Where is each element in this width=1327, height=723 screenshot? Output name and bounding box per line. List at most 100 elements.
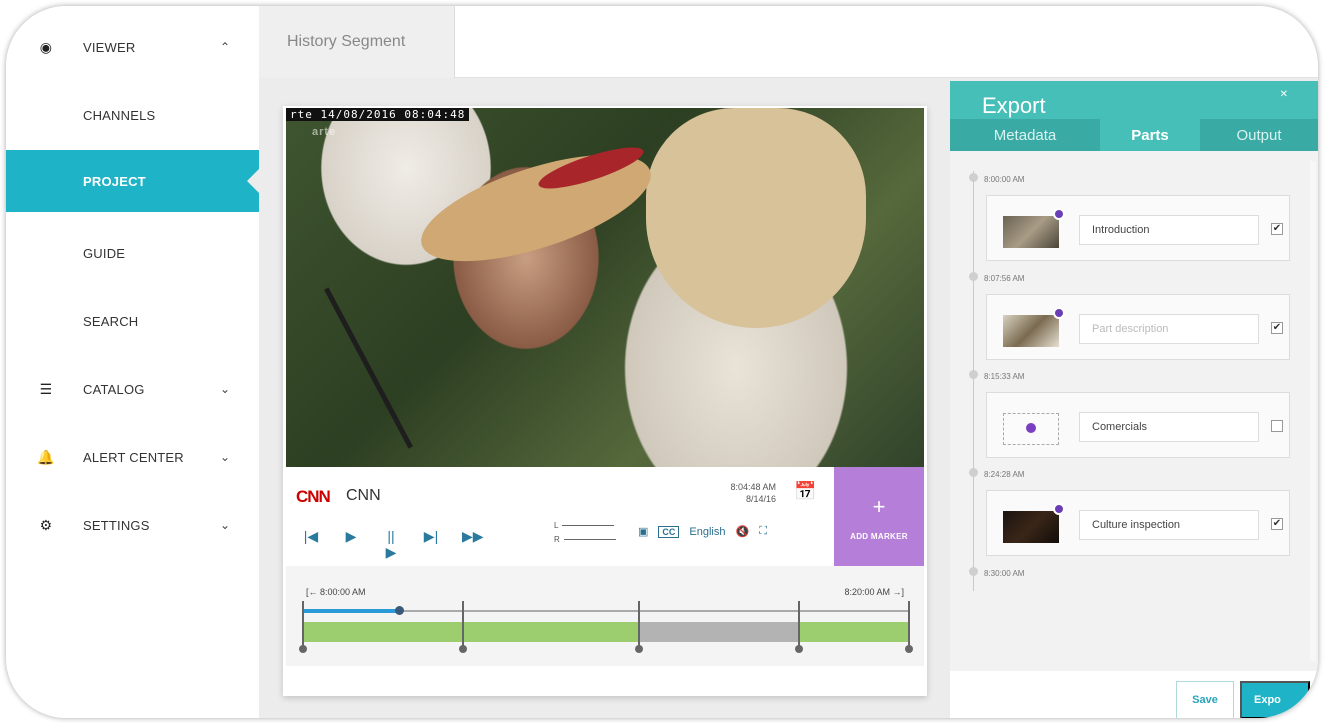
right-channel-label: R [554,535,560,544]
timeline-marker[interactable] [908,601,910,649]
video-frame[interactable]: rte 14/08/2016 08:04:48 arte [286,108,924,467]
add-marker-button[interactable]: + ADD MARKER [834,467,924,566]
add-thumbnail-icon[interactable] [1026,423,1036,433]
sidebar-item-viewer[interactable]: ◉ VIEWER ⌃ [6,16,259,78]
timeline-progress [302,609,399,613]
thumbnail-badge-icon[interactable] [1053,307,1065,319]
sidebar-item-label: GUIDE [83,245,126,261]
part-time-label: 8:24:28 AM [984,470,1025,479]
sidebar-item-channels[interactable]: CHANNELS [6,84,259,146]
part-thumbnail[interactable] [1003,216,1059,248]
part-checkbox[interactable]: ✔ [1271,223,1283,235]
timeline-marker-handle[interactable] [299,645,307,653]
chevron-down-icon[interactable]: ⌄ [220,518,230,532]
sidebar: ◉ VIEWER ⌃ CHANNELS PROJECT GUIDE SEARCH… [6,6,259,718]
timeline-segment[interactable] [800,622,908,642]
timeline-segment[interactable] [464,622,638,642]
media-options: ▣ CC English 🔇 ⛶ [638,525,767,538]
timeline-marker-handle[interactable] [905,645,913,653]
timeline-marker[interactable] [302,601,304,649]
part-time-label: 8:07:56 AM [984,274,1025,283]
chevron-down-icon[interactable]: ⌄ [220,382,230,396]
fast-forward-icon[interactable]: ▶▶ [462,528,484,561]
mute-icon[interactable]: 🔇 [735,525,749,538]
timeline-marker[interactable] [462,601,464,649]
sidebar-item-label: SEARCH [83,313,139,329]
app-window: ◉ VIEWER ⌃ CHANNELS PROJECT GUIDE SEARCH… [6,6,1318,718]
part-checkbox[interactable]: ✔ [1271,518,1283,530]
export-footer: Save Expo [950,671,1318,718]
chevron-up-icon[interactable]: ⌃ [220,40,230,54]
part-description-input[interactable] [1079,510,1259,540]
time-marker-dot [969,272,978,281]
thumbnail-badge-icon[interactable] [1053,503,1065,515]
part-description-input[interactable] [1079,215,1259,245]
video-scene-shape [646,108,866,328]
parts-scrollbar[interactable] [1310,161,1316,661]
export-button[interactable]: Expo [1240,681,1310,718]
part-time-label: 8:00:00 AM [984,175,1025,184]
step-forward-icon[interactable]: ||▶ [382,528,400,561]
timeline-playhead[interactable] [395,606,404,615]
language-selector[interactable]: English [689,526,725,538]
timeline[interactable]: [← 8:00:00 AM 8:20:00 AM →] [286,566,924,666]
time-marker-dot [969,567,978,576]
tab-output[interactable]: Output [1200,119,1318,151]
sidebar-item-label: PROJECT [83,173,146,189]
part-thumbnail[interactable] [1003,511,1059,543]
timeline-marker-handle[interactable] [459,645,467,653]
sidebar-item-guide[interactable]: GUIDE [6,222,259,284]
export-tabs: Metadata Parts Output [950,119,1318,151]
top-bar: History Segment [259,6,1318,78]
video-timestamp-overlay: rte 14/08/2016 08:04:48 [286,108,470,121]
viewer-icon: ◉ [39,38,53,55]
closed-caption-button[interactable]: CC [658,525,680,538]
skip-back-icon[interactable]: |◀ [302,528,320,561]
audio-channel-levels[interactable]: L R [554,519,616,547]
tab-parts[interactable]: Parts [1100,119,1200,151]
timeline-segment[interactable] [304,622,462,642]
fullscreen-icon[interactable]: ⛶ [759,525,767,538]
save-button[interactable]: Save [1176,681,1234,718]
part-card [986,392,1290,458]
part-description-input[interactable] [1079,412,1259,442]
export-header: Export ✕ Metadata Parts Output [950,81,1318,151]
skip-forward-icon[interactable]: ▶| [422,528,440,561]
add-marker-label: ADD MARKER [850,532,908,541]
video-scene-shape [324,287,413,449]
sidebar-item-settings[interactable]: ⚙ SETTINGS ⌄ [6,494,259,556]
plus-icon: + [872,494,886,519]
close-icon[interactable]: ✕ [1280,89,1288,100]
cnn-logo: CNN [296,487,331,506]
sidebar-item-label: VIEWER [83,39,136,55]
bell-icon: 🔔 [37,448,55,465]
time-marker-dot [969,370,978,379]
export-panel: Export ✕ Metadata Parts Output 8:00:00 A… [950,81,1318,718]
timeline-end[interactable]: 8:20:00 AM →] [844,587,904,597]
list-icon: ☰ [39,380,53,397]
tab-metadata[interactable]: Metadata [950,119,1100,151]
timeline-marker-handle[interactable] [795,645,803,653]
part-checkbox[interactable] [1271,420,1283,432]
sidebar-item-search[interactable]: SEARCH [6,290,259,352]
play-icon[interactable]: ▶ [342,528,360,561]
part-thumbnail[interactable] [1003,315,1059,347]
chevron-down-icon[interactable]: ⌄ [220,450,230,464]
transport-controls: |◀ ▶ ||▶ ▶| ▶▶ [302,528,484,561]
timeline-marker-handle[interactable] [635,645,643,653]
sidebar-item-catalog[interactable]: ☰ CATALOG ⌄ [6,358,259,420]
sidebar-item-project[interactable]: PROJECT [6,150,259,212]
calendar-icon[interactable]: 📅 [794,481,816,502]
timeline-marker[interactable] [798,601,800,649]
tab-history-segment[interactable]: History Segment [259,6,455,78]
sidebar-item-alert-center[interactable]: 🔔 ALERT CENTER ⌄ [6,426,259,488]
part-checkbox[interactable]: ✔ [1271,322,1283,334]
thumbnail-badge-icon[interactable] [1053,208,1065,220]
timeline-marker[interactable] [638,601,640,649]
sidebar-item-label: CATALOG [83,381,145,397]
parts-timeline-line [973,171,974,591]
monitor-icon[interactable]: ▣ [638,525,648,538]
timeline-segment[interactable] [640,622,798,642]
part-description-input[interactable] [1079,314,1259,344]
timeline-start[interactable]: [← 8:00:00 AM [306,587,366,597]
